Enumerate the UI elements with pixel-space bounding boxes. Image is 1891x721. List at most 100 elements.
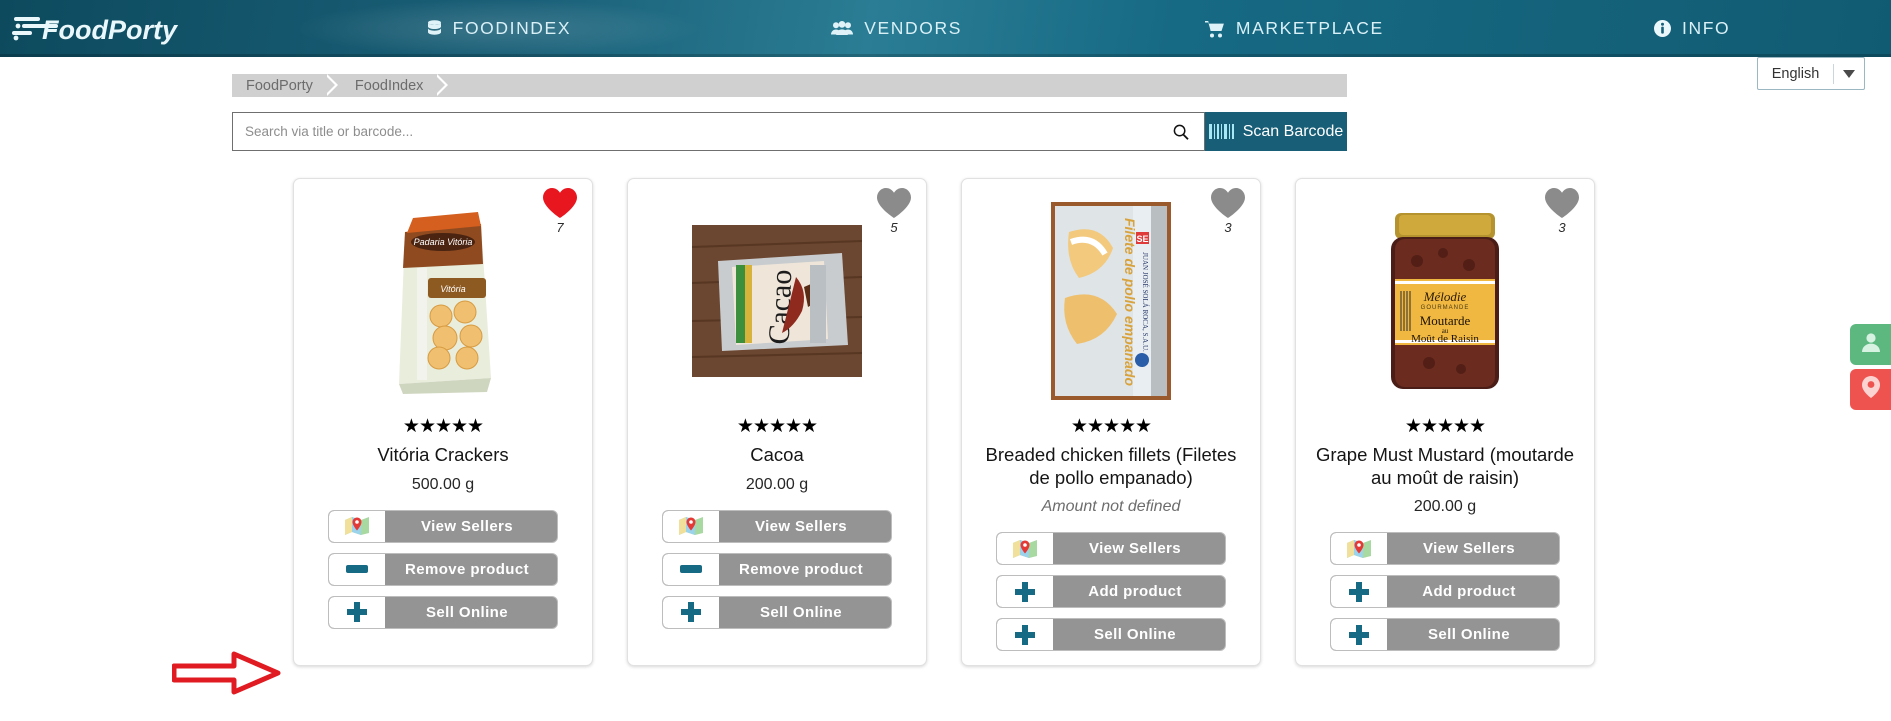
favorite-count: 3 (1558, 220, 1566, 235)
svg-text:JUAN JOSÉ SOLÁ ROCA, S.A.U.: JUAN JOSÉ SOLÁ ROCA, S.A.U. (1141, 252, 1149, 352)
map-pin-icon (1331, 533, 1387, 565)
scan-barcode-button[interactable]: Scan Barcode (1205, 112, 1347, 151)
breadcrumb: FoodPorty FoodIndex (232, 74, 1347, 97)
button-label: Sell Online (426, 603, 508, 621)
rating-stars: ★★★★★ (1070, 416, 1152, 437)
map-pin-icon (663, 510, 719, 542)
svg-text:SE: SE (1136, 234, 1148, 244)
search-input[interactable] (245, 114, 1164, 149)
plus-icon (1331, 619, 1387, 651)
product-image: Mélodie GOURMANDE Moutarde au Moût de Ra… (1308, 193, 1582, 409)
favorite-toggle[interactable]: 3 (1210, 187, 1246, 235)
info-circle-icon (1654, 20, 1672, 37)
rating-stars: ★★★★★ (402, 416, 484, 437)
product-image: Filete de pollo empanado SE JUAN JOSÉ SO… (974, 193, 1248, 409)
view-sellers-button[interactable]: View Sellers (662, 509, 892, 543)
nav-item-info[interactable]: INFO (1493, 0, 1891, 57)
button-label: Sell Online (760, 603, 842, 621)
product-image: Padaria Vitória Vitória (306, 193, 580, 409)
account-fab[interactable] (1850, 324, 1891, 365)
nav-label-vendors: VENDORS (864, 18, 962, 38)
svg-text:Moût de Raisin: Moût de Raisin (1411, 333, 1479, 345)
top-navbar: FoodPorty FOODINDEX VENDORS MARKETPLACE (0, 0, 1891, 57)
search-icon[interactable] (1164, 113, 1198, 150)
view-sellers-button[interactable]: View Sellers (996, 532, 1226, 566)
button-label: Sell Online (1094, 626, 1176, 644)
sell-online-button[interactable]: Sell Online (996, 618, 1226, 652)
database-icon (427, 20, 442, 37)
breadcrumb-label: FoodPorty (246, 77, 313, 94)
nav-item-marketplace[interactable]: MARKETPLACE (1096, 0, 1494, 57)
button-label: View Sellers (1088, 540, 1182, 558)
svg-text:Padaria Vitória: Padaria Vitória (414, 237, 473, 247)
users-icon (831, 21, 854, 36)
button-label: View Sellers (420, 517, 514, 535)
svg-text:GOURMANDE: GOURMANDE (1421, 305, 1470, 311)
red-arrow-annotation (171, 650, 282, 701)
map-pin-icon (1861, 375, 1881, 404)
product-actions: View Sellers Add product Sell Online (974, 532, 1248, 652)
svg-text:Mélodie: Mélodie (1423, 289, 1467, 304)
remove-product-button[interactable]: Remove product (662, 552, 892, 586)
product-card[interactable]: 5 Cacao ★★★★★ Cacoa 200.00 g View Seller… (627, 178, 927, 667)
breadcrumb-item-foodporty[interactable]: FoodPorty (232, 74, 341, 97)
map-pin-icon (997, 533, 1053, 565)
sell-online-button[interactable]: Sell Online (662, 595, 892, 629)
view-sellers-button[interactable]: View Sellers (328, 509, 558, 543)
add-product-button[interactable]: Add product (996, 575, 1226, 609)
button-label: View Sellers (1422, 540, 1516, 558)
heart-icon (543, 188, 577, 218)
plus-icon (997, 576, 1053, 608)
nav-item-vendors[interactable]: VENDORS (698, 0, 1096, 57)
chevron-down-icon[interactable] (1834, 69, 1864, 78)
product-card[interactable]: 3 Mélodie GOURMANDE Moutarde au Moût de (1295, 178, 1595, 667)
breadcrumb-label: FoodIndex (354, 77, 424, 94)
nav-label-marketplace: MARKETPLACE (1235, 18, 1384, 38)
button-label: View Sellers (754, 517, 848, 535)
product-title: Breaded chicken fillets (Filetes de poll… (985, 444, 1237, 488)
favorite-count: 7 (556, 220, 564, 235)
side-action-buttons (1850, 324, 1891, 410)
product-card[interactable]: 7 Padaria Vitória Vitória ★★★★★ Vitória … (293, 178, 593, 667)
breadcrumb-item-foodindex[interactable]: FoodIndex (341, 74, 452, 97)
sell-online-button[interactable]: Sell Online (1330, 618, 1560, 652)
favorite-toggle[interactable]: 3 (1544, 187, 1580, 235)
favorite-toggle[interactable]: 7 (542, 187, 578, 235)
brand-logo[interactable]: FoodPorty (0, 0, 300, 57)
remove-product-button[interactable]: Remove product (328, 552, 558, 586)
location-fab[interactable] (1850, 369, 1891, 410)
button-label: Add product (1422, 583, 1516, 601)
search-box (232, 112, 1205, 151)
shopping-cart-icon (1204, 20, 1225, 38)
add-product-button[interactable]: Add product (1330, 575, 1560, 609)
product-amount: Amount not defined (1041, 498, 1181, 516)
view-sellers-button[interactable]: View Sellers (1330, 532, 1560, 566)
product-actions: View Sellers Remove product Sell Online (306, 509, 580, 629)
svg-text:Vitória: Vitória (440, 284, 465, 294)
product-grid: 7 Padaria Vitória Vitória ★★★★★ Vitória … (293, 178, 1629, 667)
product-card[interactable]: 3 Filete de pollo empanado SE JUAN JOSÉ … (961, 178, 1261, 667)
minus-icon (329, 553, 385, 585)
favorite-count: 5 (890, 220, 898, 235)
plus-icon (1331, 576, 1387, 608)
search-row: Scan Barcode (232, 112, 1347, 151)
plus-icon (663, 596, 719, 628)
scan-barcode-label: Scan Barcode (1242, 122, 1344, 140)
button-label: Remove product (739, 560, 863, 578)
nav-item-foodindex[interactable]: FOODINDEX (300, 0, 698, 57)
product-title: Grape Must Mustard (moutarde au moût de … (1315, 444, 1575, 488)
svg-text:Moutarde: Moutarde (1420, 313, 1471, 328)
minus-icon (663, 553, 719, 585)
language-value: English (1771, 65, 1820, 82)
favorite-toggle[interactable]: 5 (876, 187, 912, 235)
button-label: Add product (1088, 583, 1182, 601)
product-amount: 500.00 g (411, 475, 475, 493)
plus-icon (997, 619, 1053, 651)
nav-label-info: INFO (1682, 18, 1731, 38)
product-actions: View Sellers Remove product Sell Online (640, 509, 914, 629)
map-pin-icon (329, 510, 385, 542)
rating-stars: ★★★★★ (736, 416, 818, 437)
sell-online-button[interactable]: Sell Online (328, 595, 558, 629)
product-title: Vitória Crackers (377, 444, 509, 465)
language-select[interactable]: English (1757, 57, 1865, 90)
